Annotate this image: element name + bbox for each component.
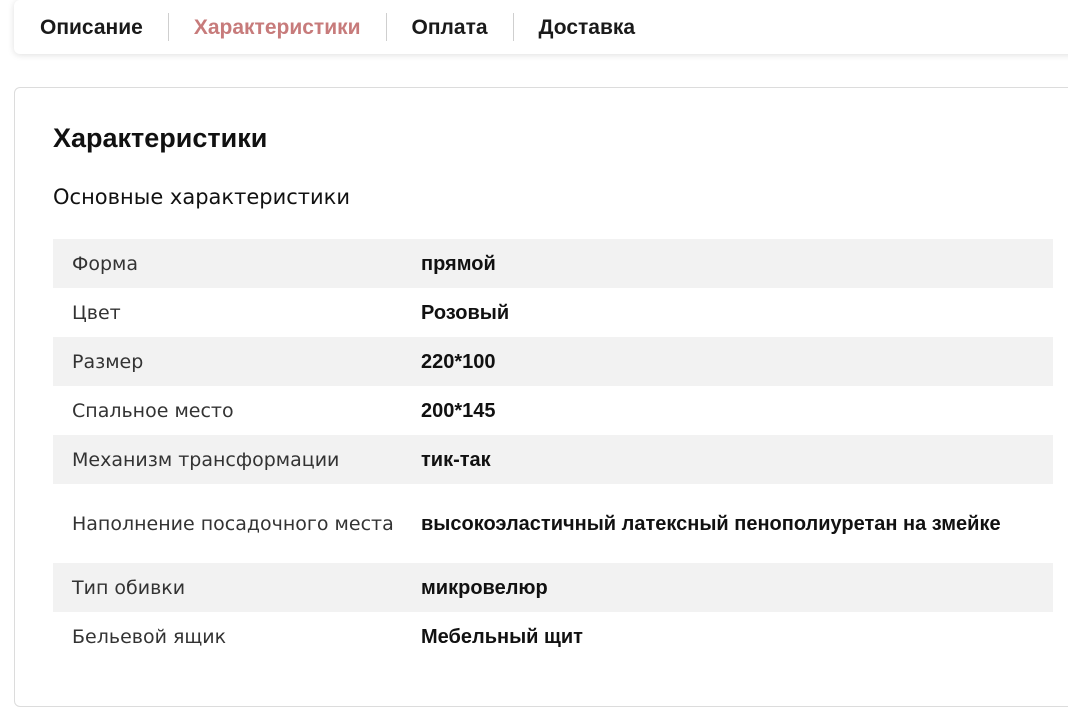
tab-divider	[167, 13, 169, 41]
product-tabs: Описание Характеристики Оплата Доставка	[14, 0, 1068, 54]
spec-row-size: Размер 220*100	[53, 337, 1053, 386]
spec-label: Спальное место	[72, 399, 234, 422]
tab-payment[interactable]: Оплата	[412, 17, 488, 38]
spec-value: Мебельный щит	[421, 625, 583, 648]
spec-label: Цвет	[72, 301, 121, 324]
spec-value: 220*100	[421, 350, 496, 373]
tab-divider	[385, 13, 387, 41]
tab-description[interactable]: Описание	[40, 17, 143, 38]
spec-label: Механизм трансформации	[72, 448, 340, 471]
spec-value: Розовый	[421, 301, 510, 324]
spec-row-upholstery: Тип обивки микровелюр	[53, 563, 1053, 612]
specs-table: Форма прямой Цвет Розовый Размер 220*100…	[53, 239, 1053, 661]
spec-label: Наполнение посадочного места	[72, 512, 394, 535]
spec-value: тик-так	[421, 448, 491, 471]
characteristics-panel: Характеристики Основные характеристики Ф…	[14, 87, 1068, 707]
spec-label: Размер	[72, 350, 144, 373]
tab-characteristics[interactable]: Характеристики	[194, 17, 361, 38]
spec-row-mechanism: Механизм трансформации тик-так	[53, 435, 1053, 484]
spec-value: микровелюр	[421, 576, 548, 599]
spec-label: Бельевой ящик	[72, 625, 227, 648]
tab-delivery[interactable]: Доставка	[539, 17, 636, 38]
spec-value: 200*145	[421, 399, 496, 422]
spec-label: Тип обивки	[72, 576, 186, 599]
spec-value: прямой	[421, 252, 496, 275]
spec-label: Форма	[72, 252, 139, 275]
spec-row-seat-filling: Наполнение посадочного места высокоэласт…	[53, 484, 1053, 563]
spec-row-color: Цвет Розовый	[53, 288, 1053, 337]
tab-divider	[512, 13, 514, 41]
spec-row-shape: Форма прямой	[53, 239, 1053, 288]
spec-row-linen-box: Бельевой ящик Мебельный щит	[53, 612, 1053, 661]
section-subtitle: Основные характеристики	[53, 185, 351, 209]
section-title: Характеристики	[53, 123, 268, 153]
spec-value: высокоэластичный латексный пенополиурета…	[421, 512, 1001, 535]
spec-row-sleeping-place: Спальное место 200*145	[53, 386, 1053, 435]
